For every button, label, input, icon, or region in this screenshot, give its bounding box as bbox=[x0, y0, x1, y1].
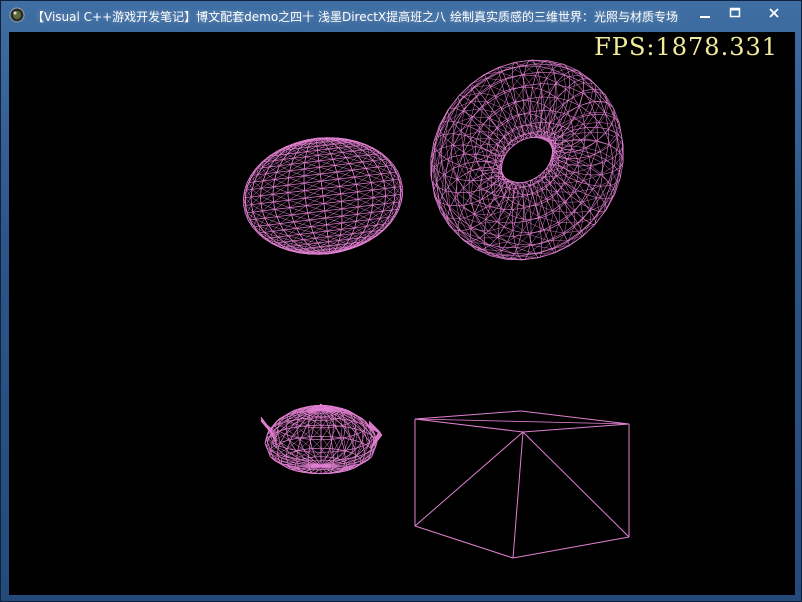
fps-counter: FPS:1878.331 bbox=[594, 33, 778, 61]
maximize-icon bbox=[729, 7, 741, 18]
minimize-button[interactable] bbox=[691, 1, 719, 25]
app-window: 【Visual C++游戏开发笔记】博文配套demo之四十 浅墨DirectX提… bbox=[0, 0, 802, 602]
sphere-mesh bbox=[242, 137, 404, 255]
teapot-mesh bbox=[260, 403, 383, 475]
box-mesh bbox=[414, 410, 630, 559]
window-title: 【Visual C++游戏开发笔记】博文配套demo之四十 浅墨DirectX提… bbox=[32, 10, 678, 24]
minimize-icon bbox=[700, 16, 710, 18]
maximize-button[interactable] bbox=[721, 1, 749, 25]
app-icon[interactable] bbox=[9, 7, 25, 23]
close-icon bbox=[768, 8, 779, 18]
close-button[interactable] bbox=[751, 1, 796, 25]
title-bar[interactable]: 【Visual C++游戏开发笔记】博文配套demo之四十 浅墨DirectX提… bbox=[1, 1, 801, 32]
scene-canvas bbox=[242, 59, 630, 559]
render-viewport[interactable]: FPS:1878.331 bbox=[9, 32, 795, 595]
torus-mesh bbox=[430, 59, 624, 261]
